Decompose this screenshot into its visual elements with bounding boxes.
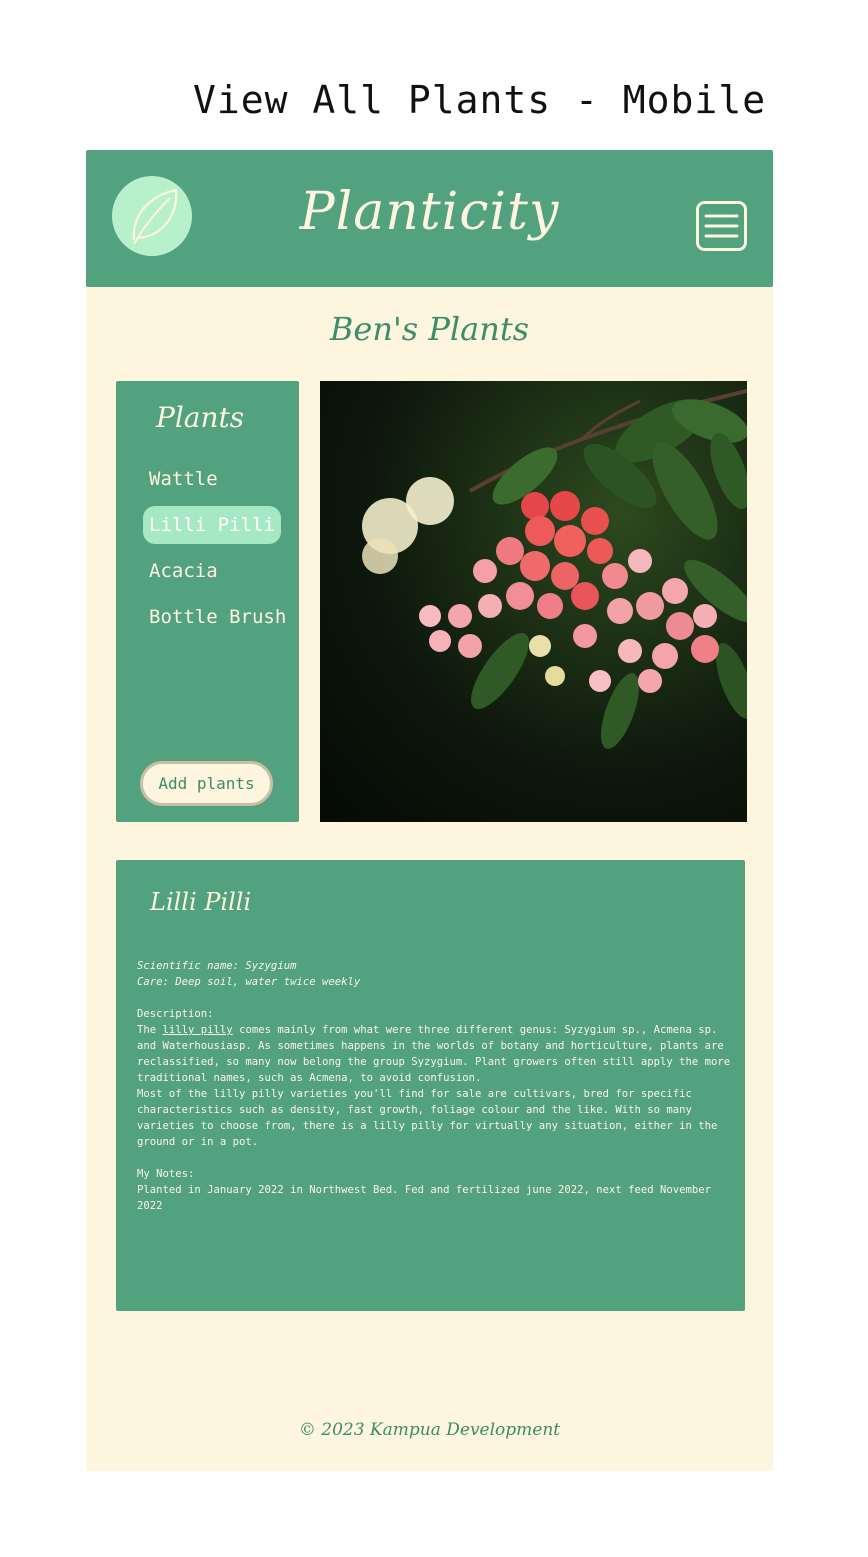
sidebar-item-wattle[interactable]: Wattle	[143, 460, 224, 498]
plant-detail-card: Lilli Pilli Scientific name: Syzygium Ca…	[116, 860, 745, 1311]
top-bar: Planticity	[86, 150, 773, 287]
scientific-name: Scientific name: Syzygium	[137, 960, 297, 972]
description-label: Description:	[137, 1008, 214, 1020]
sidebar-item-acacia[interactable]: Acacia	[143, 552, 224, 590]
lilly-pilly-link[interactable]: lilly pilly	[163, 1024, 233, 1036]
owner-title: Ben's Plants	[329, 310, 530, 348]
add-plants-button[interactable]: Add plants	[140, 761, 273, 806]
description-paragraph-2: Most of the lilly pilly varieties you'll…	[137, 1088, 718, 1148]
description-prefix: The	[137, 1024, 157, 1036]
notes-text: Planted in January 2022 in Northwest Bed…	[137, 1184, 712, 1212]
sidebar-item-lilli-pilli[interactable]: Lilli Pilli	[143, 506, 281, 544]
care-info: Care: Deep soil, water twice weekly	[137, 976, 361, 988]
notes-label: My Notes:	[137, 1168, 195, 1180]
mobile-frame: Planticity Ben's Plants Plants Wattle Li…	[86, 150, 773, 1471]
hamburger-menu-icon[interactable]	[696, 201, 747, 251]
brand-title[interactable]: Planticity	[86, 182, 773, 242]
plants-sidebar: Plants Wattle Lilli Pilli Acacia Bottle …	[116, 381, 299, 822]
page-heading: View All Plants - Mobile	[193, 78, 767, 122]
sidebar-title: Plants	[156, 401, 245, 434]
detail-body: Scientific name: Syzygium Care: Deep soi…	[137, 958, 732, 1214]
description-paragraph-1: The lilly pilly comes mainly from what w…	[137, 1022, 732, 1086]
plant-photo	[320, 381, 747, 822]
detail-title: Lilli Pilli	[150, 888, 252, 916]
sidebar-item-bottle-brush[interactable]: Bottle Brush	[143, 598, 292, 636]
footer-copyright: © 2023 Kampua Development	[298, 1420, 561, 1440]
